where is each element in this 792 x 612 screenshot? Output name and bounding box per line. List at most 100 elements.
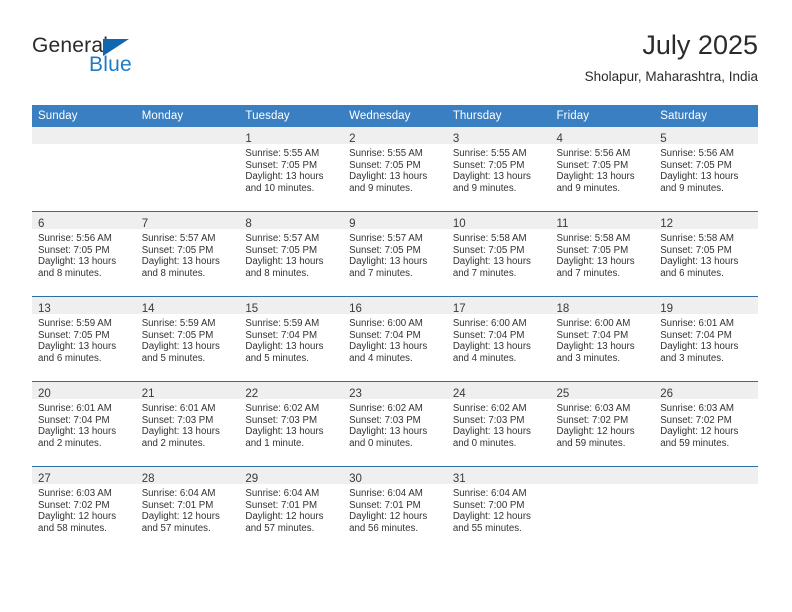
day-detail-line: Daylight: 13 hours [38, 341, 117, 353]
day-number: 12 [660, 218, 674, 230]
day-detail-line: Sunrise: 6:01 AM [660, 318, 734, 329]
day-detail-line: Daylight: 13 hours [141, 341, 220, 353]
day-detail-line: Sunrise: 5:58 AM [556, 233, 631, 244]
day-number-band: 29 [239, 467, 344, 485]
day-cell[interactable]: 19 Sunrise: 6:01 AM Sunset: 7:04 PM Dayligh… [654, 296, 758, 382]
day-number: 6 [38, 218, 45, 230]
day-cell-inner [32, 127, 136, 211]
day-detail-line: Daylight: 13 hours [245, 256, 324, 268]
day-cell[interactable]: 23 Sunrise: 6:02 AM Sunset: 7:03 PM Dayligh… [343, 381, 447, 467]
day-number: 7 [141, 218, 149, 230]
day-detail: Sunrise: 5:58 AM Sunset: 7:05 PM Daylight:… [447, 229, 551, 279]
day-detail: Sunrise: 6:04 AM Sunset: 7:00 PM Daylight:… [447, 484, 551, 534]
day-cell[interactable]: 10 Sunrise: 5:58 AM Sunset: 7:05 PM Dayligh… [446, 211, 551, 297]
day-cell[interactable]: 15 Sunrise: 5:59 AM Sunset: 7:04 PM Dayligh… [239, 296, 344, 382]
day-number: 10 [452, 218, 466, 230]
day-detail-line: and 8 minutes. [245, 267, 309, 279]
day-detail-line: Sunset: 7:05 PM [349, 244, 421, 256]
title-block: July 2025 Sholapur, Maharashtra, India [585, 28, 758, 87]
day-cell[interactable]: 14 Sunrise: 5:59 AM Sunset: 7:05 PM Dayligh… [135, 296, 240, 382]
day-number: 15 [245, 303, 259, 315]
day-number-band: 2 [343, 127, 447, 145]
weekday-header-sunday: Sunday [32, 105, 136, 127]
day-cell-inner: 1 Sunrise: 5:55 AM Sunset: 7:05 PM Daylight… [239, 127, 344, 211]
day-cell[interactable]: 5 Sunrise: 5:56 AM Sunset: 7:05 PM Daylight… [654, 127, 758, 212]
day-detail-line: and 10 minutes. [245, 182, 315, 194]
day-cell[interactable]: 16 Sunrise: 6:00 AM Sunset: 7:04 PM Dayligh… [343, 296, 447, 382]
page-header: General Blue July 2025 Sholapur, Maharas… [32, 28, 758, 90]
day-number: 29 [245, 473, 259, 485]
day-detail: Sunrise: 6:03 AM Sunset: 7:02 PM Daylight:… [654, 399, 758, 449]
day-detail-line: and 9 minutes. [556, 182, 621, 194]
day-detail: Sunrise: 5:58 AM Sunset: 7:05 PM Daylight:… [551, 229, 655, 279]
day-detail-line: and 7 minutes. [556, 267, 621, 279]
weekday-header-thursday: Thursday [446, 105, 551, 127]
day-cell[interactable]: 11 Sunrise: 5:58 AM Sunset: 7:05 PM Dayligh… [550, 211, 655, 297]
day-cell[interactable]: 30 Sunrise: 6:04 AM Sunset: 7:01 PM Dayligh… [343, 466, 447, 551]
day-cell[interactable]: 25 Sunrise: 6:03 AM Sunset: 7:02 PM Dayligh… [550, 381, 655, 467]
day-number: 27 [38, 473, 51, 485]
generalblue-logo[interactable]: General Blue [32, 34, 212, 90]
weekday-header-friday: Friday [550, 105, 655, 127]
day-detail-line: Sunset: 7:02 PM [660, 414, 732, 426]
day-cell[interactable]: 13 Sunrise: 5:59 AM Sunset: 7:05 PM Dayligh… [32, 296, 136, 382]
day-detail-line: Sunset: 7:04 PM [452, 329, 525, 341]
day-cell[interactable]: 20 Sunrise: 6:01 AM Sunset: 7:04 PM Dayligh… [32, 381, 136, 467]
day-cell[interactable]: 2 Sunrise: 5:55 AM Sunset: 7:05 PM Daylight… [343, 127, 447, 212]
day-cell[interactable]: 12 Sunrise: 5:58 AM Sunset: 7:05 PM Dayligh… [654, 211, 758, 297]
empty-day-cell [32, 127, 136, 212]
day-cell[interactable]: 7 Sunrise: 5:57 AM Sunset: 7:05 PM Daylight… [135, 211, 240, 297]
logo-text-blue: Blue [89, 53, 132, 76]
day-detail: Sunrise: 5:55 AM Sunset: 7:05 PM Daylight:… [343, 144, 447, 194]
day-detail [32, 144, 136, 148]
day-detail-line: Daylight: 13 hours [349, 341, 428, 353]
day-cell[interactable]: 31 Sunrise: 6:04 AM Sunset: 7:00 PM Dayligh… [446, 466, 551, 551]
day-number-band: 17 [446, 297, 551, 315]
day-detail-line: Sunset: 7:03 PM [245, 414, 318, 426]
day-number-band [654, 467, 758, 484]
day-cell[interactable]: 1 Sunrise: 5:55 AM Sunset: 7:05 PM Daylight… [239, 127, 344, 212]
day-detail-line: Sunset: 7:01 PM [245, 499, 318, 511]
calendar-week-row: 6 Sunrise: 5:56 AM Sunset: 7:05 PM Daylight… [32, 211, 758, 297]
day-number: 30 [349, 473, 362, 485]
day-number: 20 [38, 388, 51, 400]
day-detail-line: Sunset: 7:05 PM [245, 244, 318, 256]
day-detail-line: Daylight: 13 hours [349, 426, 428, 438]
day-number-band: 5 [654, 127, 758, 145]
day-detail-line: Sunset: 7:04 PM [38, 414, 110, 426]
day-cell[interactable]: 27 Sunrise: 6:03 AM Sunset: 7:02 PM Dayligh… [32, 466, 136, 551]
weekday-header-monday: Monday [135, 105, 240, 127]
day-cell-inner: 27 Sunrise: 6:03 AM Sunset: 7:02 PM Dayligh… [32, 467, 136, 551]
day-detail: Sunrise: 6:04 AM Sunset: 7:01 PM Daylight:… [239, 484, 343, 534]
day-number-band: 20 [32, 382, 136, 400]
day-number: 1 [245, 133, 252, 145]
day-cell[interactable]: 21 Sunrise: 6:01 AM Sunset: 7:03 PM Dayligh… [135, 381, 240, 467]
day-detail-line: Sunset: 7:00 PM [452, 499, 525, 511]
day-cell[interactable]: 22 Sunrise: 6:02 AM Sunset: 7:03 PM Dayligh… [239, 381, 344, 467]
page-title: July 2025 [642, 30, 758, 60]
day-cell[interactable]: 24 Sunrise: 6:02 AM Sunset: 7:03 PM Dayligh… [446, 381, 551, 467]
day-number: 4 [556, 133, 563, 145]
day-detail-line: and 8 minutes. [141, 267, 206, 279]
day-detail-line: and 3 minutes. [556, 352, 621, 364]
day-cell[interactable]: 29 Sunrise: 6:04 AM Sunset: 7:01 PM Dayligh… [239, 466, 344, 551]
day-cell[interactable]: 8 Sunrise: 5:57 AM Sunset: 7:05 PM Daylight… [239, 211, 344, 297]
day-cell-inner: 6 Sunrise: 5:56 AM Sunset: 7:05 PM Daylight… [32, 212, 136, 296]
day-cell[interactable]: 3 Sunrise: 5:55 AM Sunset: 7:05 PM Daylight… [446, 127, 551, 212]
day-detail-line: and 0 minutes. [349, 437, 413, 449]
day-cell[interactable]: 18 Sunrise: 6:00 AM Sunset: 7:04 PM Dayligh… [550, 296, 655, 382]
day-detail-line: Sunrise: 6:02 AM [349, 403, 423, 414]
day-cell[interactable]: 26 Sunrise: 6:03 AM Sunset: 7:02 PM Dayligh… [654, 381, 758, 467]
day-cell[interactable]: 28 Sunrise: 6:04 AM Sunset: 7:01 PM Dayligh… [135, 466, 240, 551]
day-detail-line: Daylight: 13 hours [141, 256, 220, 268]
day-detail-line: Daylight: 13 hours [660, 171, 739, 183]
day-cell[interactable]: 4 Sunrise: 5:56 AM Sunset: 7:05 PM Daylight… [550, 127, 655, 212]
day-number: 16 [349, 303, 362, 315]
calendar-week-row: 1 Sunrise: 5:55 AM Sunset: 7:05 PM Daylight… [32, 127, 758, 212]
day-detail-line: Daylight: 13 hours [38, 426, 117, 438]
day-cell[interactable]: 17 Sunrise: 6:00 AM Sunset: 7:04 PM Dayligh… [446, 296, 551, 382]
day-cell[interactable]: 6 Sunrise: 5:56 AM Sunset: 7:05 PM Daylight… [32, 211, 136, 297]
day-cell[interactable]: 9 Sunrise: 5:57 AM Sunset: 7:05 PM Daylight… [343, 211, 447, 297]
day-detail-line: Daylight: 13 hours [660, 256, 739, 268]
day-detail-line: and 58 minutes. [38, 522, 107, 534]
